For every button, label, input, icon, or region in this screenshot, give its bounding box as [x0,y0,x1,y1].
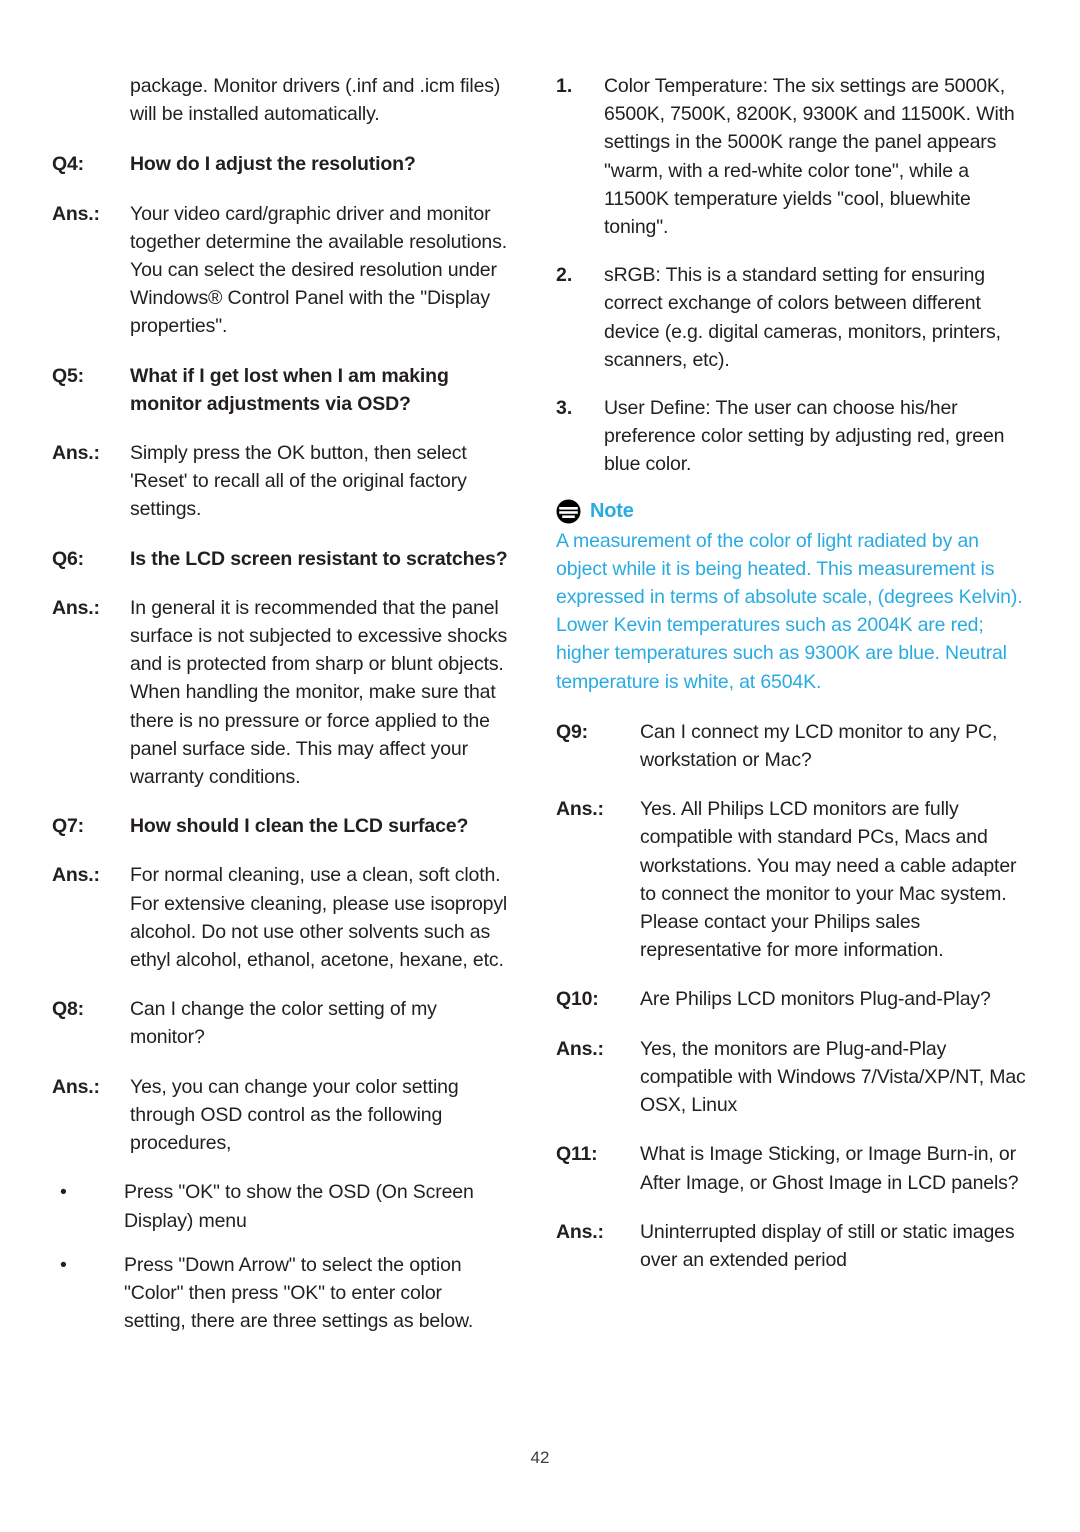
bullet-marker: • [60,1253,67,1276]
qa-label: Q5: [52,364,84,387]
qa-text: Yes, the monitors are Plug-and-Play comp… [640,1037,1026,1117]
qa-text: Are Philips LCD monitors Plug-and-Play? [640,988,991,1011]
bullet-marker: • [60,1181,67,1204]
qa-entry-q10-answer: Ans.: Yes, the monitors are Plug-and-Pla… [556,1035,1028,1120]
qa-entry-q10: Q10: Are Philips LCD monitors Plug-and-P… [556,985,1028,1013]
qa-entry-q4-answer: Ans.: Your video card/graphic driver and… [52,200,508,341]
qa-entry-q9: Q9: Can I connect my LCD monitor to any … [556,718,1028,774]
list-marker: 2. [556,264,573,287]
qa-label: Ans.: [52,864,100,887]
note-title: Note [590,499,634,522]
list-text: Color Temperature: The six settings are … [604,75,1015,239]
qa-entry-q11-answer: Ans.: Uninterrupted display of still or … [556,1218,1028,1274]
qa-text: Is the LCD screen resistant to scratches… [130,547,508,570]
bullet-list-item: • Press "Down Arrow" to select the optio… [52,1251,508,1336]
list-marker: 3. [556,397,573,420]
qa-label: Ans.: [556,1037,604,1060]
qa-text: In general it is recommended that the pa… [130,596,508,789]
note-icon [556,499,581,524]
qa-entry-q7-answer: Ans.: For normal cleaning, use a clean, … [52,861,508,974]
qa-entry-q4: Q4: How do I adjust the resolution? [52,150,508,178]
qa-text: Can I connect my LCD monitor to any PC, … [640,720,998,772]
note-callout: Note A measurement of the color of light… [556,499,1028,696]
page-number: 42 [530,1448,550,1467]
qa-label: Q9: [556,720,588,743]
note-body: A measurement of the color of light radi… [556,529,1023,693]
qa-entry-q9-answer: Ans.: Yes. All Philips LCD monitors are … [556,795,1028,964]
qa-text: Simply press the OK button, then select … [130,442,467,521]
qa-entry-q8: Q8: Can I change the color setting of my… [52,995,508,1051]
bullet-text: Press "OK" to show the OSD (On Screen Di… [124,1181,474,1232]
qa-label: Q10: [556,988,599,1011]
qa-text: For normal cleaning, use a clean, soft c… [130,864,508,972]
qa-entry-q7: Q7: How should I clean the LCD surface? [52,812,508,840]
qa-label: Q6: [52,547,84,570]
list-text: sRGB: This is a standard setting for ens… [604,264,1001,371]
qa-text: Uninterrupted display of still or static… [640,1220,1015,1271]
qa-label: Ans.: [52,596,100,619]
document-page: package. Monitor drivers (.inf and .icm … [0,0,1080,1532]
right-column: 1. Color Temperature: The six settings a… [556,72,1028,1295]
numbered-list-item-1: 1. Color Temperature: The six settings a… [556,72,1028,241]
list-text: User Define: The user can choose his/her… [604,397,1005,476]
qa-entry-q11: Q11: What is Image Sticking, or Image Bu… [556,1140,1028,1196]
note-header: Note [556,499,1028,524]
qa-entry-q6: Q6: Is the LCD screen resistant to scrat… [52,545,508,573]
qa-text: How do I adjust the resolution? [130,153,416,176]
qa-label: Ans.: [52,202,100,225]
qa-text: Can I change the color setting of my mon… [130,998,437,1049]
qa-text: What is Image Sticking, or Image Burn-in… [640,1143,1019,1194]
bullet-text: Press "Down Arrow" to select the option … [124,1253,474,1333]
qa-label: Q8: [52,998,84,1021]
qa-entry-q6-answer: Ans.: In general it is recommended that … [52,594,508,791]
two-column-layout: package. Monitor drivers (.inf and .icm … [52,72,1028,1351]
qa-text: Your video card/graphic driver and monit… [130,202,507,338]
list-marker: 1. [556,75,573,97]
qa-label: Ans.: [556,798,604,821]
qa-entry-q5: Q5: What if I get lost when I am making … [52,362,508,418]
qa-text: How should I clean the LCD surface? [130,815,469,838]
qa-text: Yes, you can change your color setting t… [130,1075,459,1155]
qa-label: Q11: [556,1143,598,1166]
qa-label: Q4: [52,153,84,176]
qa-text: Yes. All Philips LCD monitors are fully … [640,798,1017,962]
qa-label: Ans.: [52,442,100,465]
qa-entry-q5-answer: Ans.: Simply press the OK button, then s… [52,439,508,524]
numbered-list-item-3: 3. User Define: The user can choose his/… [556,394,1028,479]
qa-label: Ans.: [52,1075,100,1098]
qa-label: Q7: [52,815,84,838]
qa-entry-q8-answer: Ans.: Yes, you can change your color set… [52,1073,508,1158]
qa-label: Ans.: [556,1220,604,1243]
bullet-list-item: • Press "OK" to show the OSD (On Screen … [52,1178,508,1234]
left-column: package. Monitor drivers (.inf and .icm … [52,72,508,1351]
intro-paragraph: package. Monitor drivers (.inf and .icm … [130,75,501,126]
qa-text: What if I get lost when I am making moni… [130,364,449,415]
numbered-list-item-2: 2. sRGB: This is a standard setting for … [556,261,1028,374]
